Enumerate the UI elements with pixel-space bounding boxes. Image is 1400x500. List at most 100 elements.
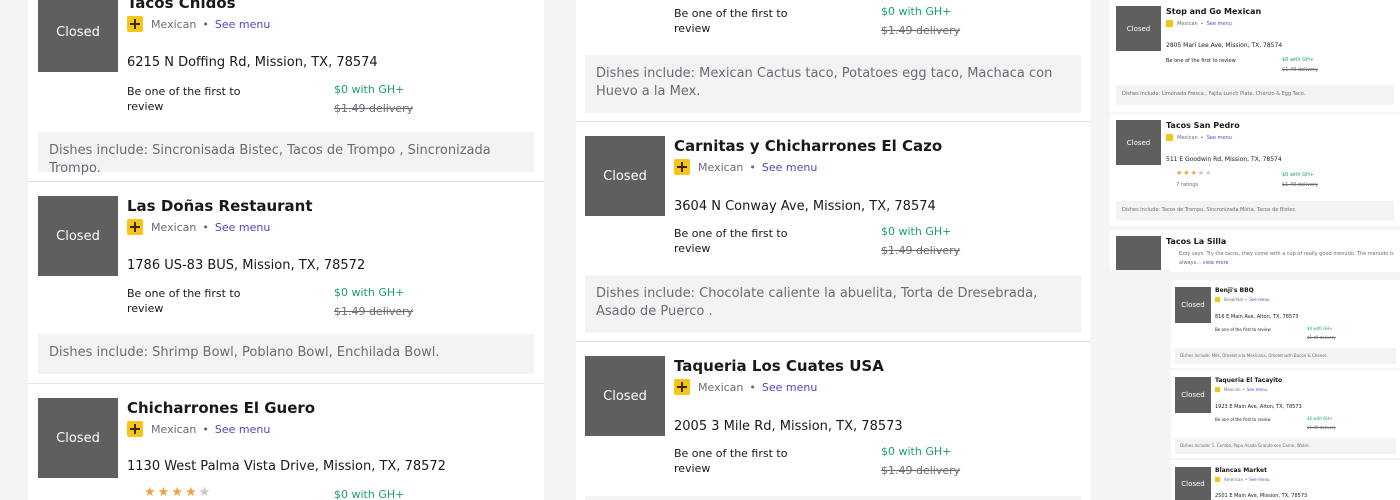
star-empty-icon: ★ [1205, 169, 1213, 177]
restaurant-card[interactable]: Be one of the first to review $0 with GH… [576, 0, 1090, 122]
mini-restaurant-card[interactable]: Closed Taqueria El Tacayito Mexican • Se… [1171, 370, 1400, 458]
closed-thumbnail[interactable]: Closed [1175, 287, 1211, 323]
restaurant-name[interactable]: Chicharrones El Guero [127, 399, 315, 417]
restaurant-address: 2005 3 Mile Rd, Mission, TX, 78573 [674, 419, 903, 434]
closed-thumbnail[interactable]: Closed [38, 0, 118, 72]
closed-thumbnail[interactable] [1116, 236, 1161, 270]
restaurant-name[interactable]: Tacos San Pedro [1166, 121, 1240, 130]
grubhub-plus-icon [1166, 134, 1173, 141]
restaurant-address: 511 E Goodwin Rd, Mission, TX, 78574 [1166, 156, 1282, 163]
delivery-fee: $1.49 delivery [881, 244, 961, 257]
delivery-promo: $0 with GH+ $1.49 delivery [881, 2, 960, 40]
mini-restaurant-card[interactable]: Closed Tacos San Pedro Mexican • See men… [1110, 114, 1400, 226]
delivery-fee: $1.49 delivery [881, 464, 961, 477]
review-prompt: Be one of the first to review [674, 447, 788, 475]
delivery-promo: $0 with GH+ [334, 485, 404, 500]
dishes-include [585, 496, 1081, 500]
restaurant-meta: Mexican • See menu [127, 16, 270, 32]
cuisine-label: Mexican [151, 17, 197, 31]
grubhub-plus-icon [1215, 297, 1220, 302]
star-icon: ★ [1190, 169, 1198, 177]
separator-dot: • [1200, 134, 1204, 141]
restaurant-card[interactable]: Closed Chicharrones El Guero Mexican • S… [28, 384, 544, 500]
dishes-include: Dishes include: Tacos de Trompo, Sincron… [1116, 201, 1394, 221]
delivery-promo: $0 with GH+ $1.49 delivery [1282, 170, 1318, 190]
closed-thumbnail[interactable]: Closed [585, 136, 665, 216]
closed-thumbnail[interactable]: Closed [1175, 467, 1211, 500]
see-menu-link[interactable]: See menu [1207, 21, 1232, 27]
restaurant-name[interactable]: Taqueria El Tacayito [1215, 377, 1282, 384]
restaurant-card[interactable]: Closed Las Doñas Restaurant Mexican • Se… [28, 182, 544, 384]
mini-restaurant-card[interactable]: Closed Blancas Market American • See men… [1171, 460, 1400, 500]
restaurant-card[interactable]: Closed Taqueria Los Cuates USA Mexican •… [576, 342, 1090, 500]
cuisine-label: American [1224, 477, 1244, 482]
delivery-fee: $1.49 delivery [1282, 67, 1318, 73]
delivery-fee: $1.49 delivery [1307, 425, 1336, 430]
gh-plus-price: $0 with GH+ [1282, 57, 1314, 63]
cuisine-label: Breakfast [1224, 297, 1244, 302]
review-prompt: Be one of the first to review [127, 287, 241, 315]
mini-restaurant-card[interactable]: Closed Benji's BBQ Breakfast • See menu … [1171, 280, 1400, 368]
closed-thumbnail[interactable]: Closed [1116, 120, 1161, 165]
restaurant-name[interactable]: Benji's BBQ [1215, 287, 1254, 294]
restaurant-meta: Mexican • See menu [1166, 20, 1232, 27]
gh-plus-price: $0 with GH+ [1307, 326, 1333, 331]
grubhub-plus-icon [127, 16, 143, 32]
restaurant-address: 2805 Mari Lee Ave, Mission, TX, 78574 [1166, 42, 1283, 49]
restaurant-address: 2501 E Main Ave, Mission, TX, 78573 [1215, 493, 1308, 499]
restaurant-meta: American • See menu [1215, 477, 1270, 482]
see-menu-link[interactable]: See menu [1247, 387, 1267, 392]
dishes-include: Dishes include: 1. Combo, Papa Asada Gra… [1175, 438, 1396, 454]
star-icon: ★ [171, 485, 185, 500]
restaurant-name[interactable]: Taqueria Los Cuates USA [674, 357, 884, 375]
thumbnail-strip: Closed Stop and Go Mexican Mexican • See… [1093, 0, 1400, 500]
delivery-fee: $1.49 delivery [334, 102, 414, 115]
restaurant-address: 1786 US-83 BUS, Mission, TX, 78572 [127, 258, 366, 273]
see-menu-link[interactable]: See menu [215, 221, 270, 234]
delivery-fee: $1.49 delivery [1282, 182, 1318, 188]
restaurant-name[interactable]: Tacos La Silla [1166, 237, 1226, 246]
restaurant-name[interactable]: Blancas Market [1215, 467, 1267, 474]
restaurant-name[interactable]: Las Doñas Restaurant [127, 197, 313, 215]
restaurant-name[interactable]: Carnitas y Chicharrones El Cazo [674, 137, 942, 155]
star-rating: ★★★★★ [1176, 169, 1212, 177]
closed-thumbnail[interactable]: Closed [38, 398, 118, 478]
closed-thumbnail[interactable]: Closed [585, 356, 665, 436]
gh-plus-price: $0 with GH+ [334, 83, 405, 96]
grubhub-plus-icon [674, 159, 690, 175]
delivery-promo: $0 with GH+ $1.49 delivery [334, 283, 413, 321]
delivery-fee: $1.49 delivery [881, 24, 961, 37]
restaurant-name[interactable]: Stop and Go Mexican [1166, 7, 1261, 16]
star-rating: ★★★★★ [144, 485, 212, 500]
see-menu-link[interactable]: See menu [215, 18, 270, 31]
view-more-link[interactable]: view more [1203, 260, 1229, 266]
star-icon: ★ [1183, 169, 1191, 177]
dishes-include: Dishes include: Sincronisada Bistec, Tac… [38, 132, 534, 176]
cuisine-label: Mexican [1177, 20, 1198, 27]
mini-restaurant-card[interactable]: Closed Stop and Go Mexican Mexican • See… [1110, 0, 1400, 112]
closed-thumbnail[interactable]: Closed [38, 196, 118, 276]
see-menu-link[interactable]: See menu [1207, 135, 1232, 141]
delivery-fee: $1.49 delivery [334, 305, 414, 318]
restaurant-card[interactable]: Closed Tacos Chidos Mexican • See menu 6… [28, 0, 544, 182]
see-menu-link[interactable]: See menu [762, 161, 817, 174]
delivery-fee: $1.49 delivery [1307, 335, 1336, 340]
closed-thumbnail[interactable]: Closed [1116, 6, 1161, 51]
star-icon: ★ [144, 485, 158, 500]
restaurant-card[interactable]: Closed Carnitas y Chicharrones El Cazo M… [576, 122, 1090, 342]
see-menu-link[interactable]: See menu [762, 381, 817, 394]
review-prompt: Be one of the first to review [674, 227, 788, 255]
gh-plus-price: $0 with GH+ [334, 286, 405, 299]
dishes-include: Dishes include: Mexican Cactus taco, Pot… [585, 55, 1081, 113]
closed-thumbnail[interactable]: Closed [1175, 377, 1211, 413]
gh-plus-price: $0 with GH+ [881, 225, 952, 238]
restaurant-name[interactable]: Tacos Chidos [127, 0, 236, 12]
gh-plus-price: $0 with GH+ [881, 445, 952, 458]
see-menu-link[interactable]: See menu [1249, 297, 1269, 302]
restaurant-meta: Breakfast • See menu [1215, 297, 1270, 302]
review-prompt: Be one of the first to review [1215, 417, 1271, 422]
cuisine-label: Mexican [698, 160, 744, 174]
see-menu-link[interactable]: See menu [1249, 477, 1269, 482]
see-menu-link[interactable]: See menu [215, 423, 270, 436]
separator-dot: • [202, 220, 209, 234]
